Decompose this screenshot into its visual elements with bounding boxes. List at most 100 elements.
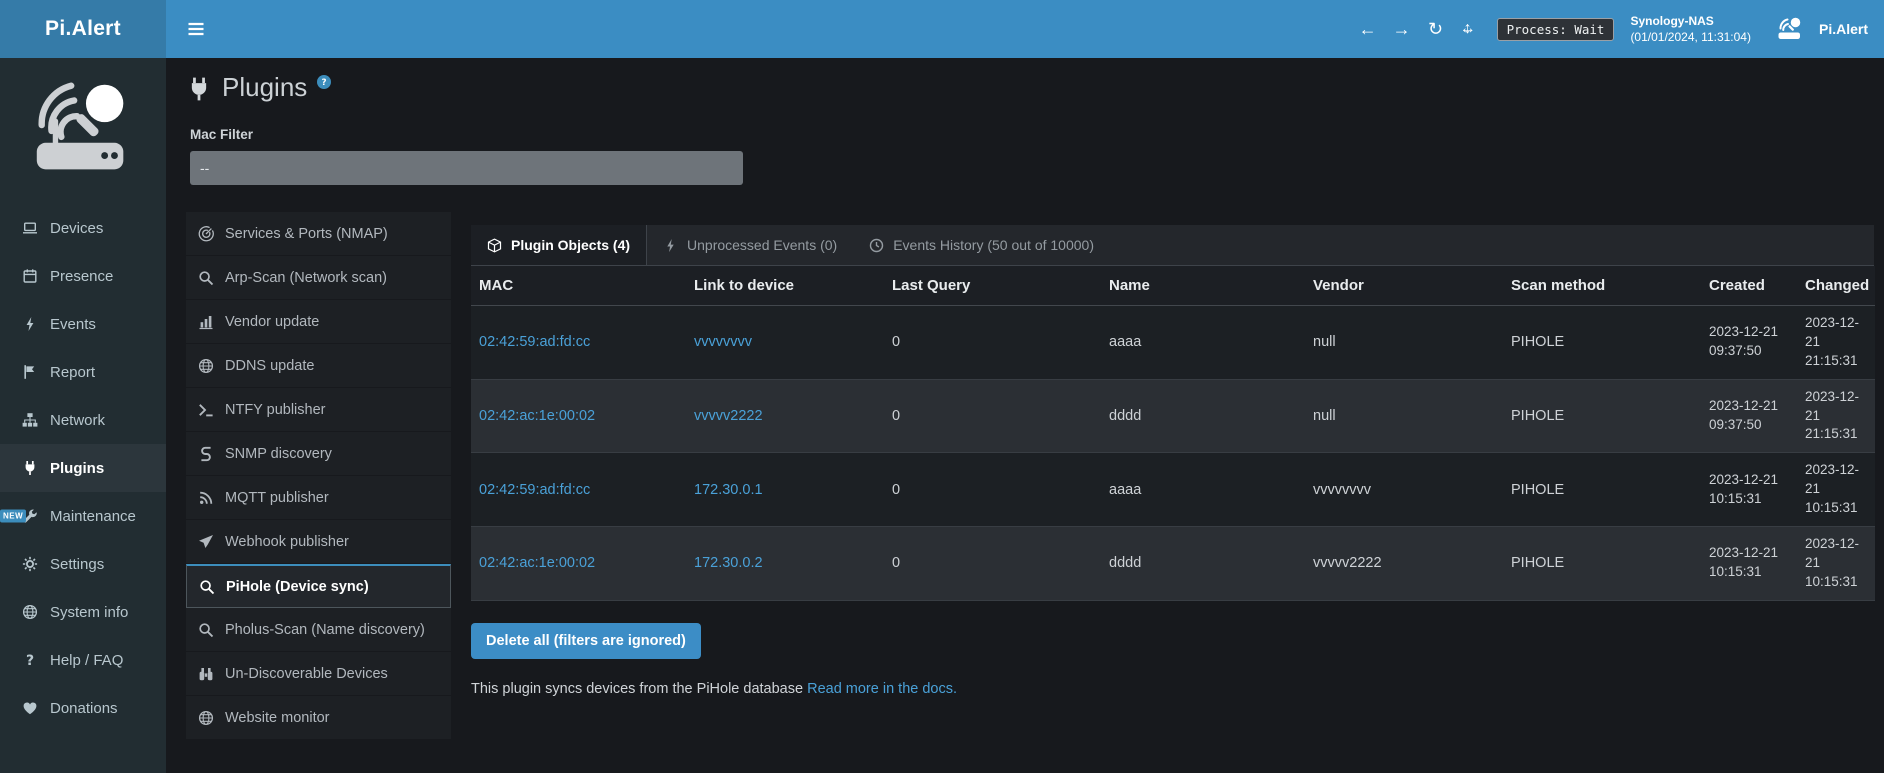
menu-toggle-button[interactable] bbox=[166, 0, 226, 58]
sidebar-item-maintenance[interactable]: MaintenanceNEW bbox=[0, 492, 166, 540]
cell-last-query: 0 bbox=[884, 527, 1101, 601]
mac-link[interactable]: 02:42:ac:1e:00:02 bbox=[479, 555, 595, 571]
docs-link[interactable]: Read more in the docs. bbox=[807, 681, 957, 697]
svg-text:?: ? bbox=[322, 78, 327, 87]
cell-vendor: vvvvvvvv bbox=[1305, 453, 1503, 527]
sidebar-item-network[interactable]: Network bbox=[0, 396, 166, 444]
cell-name: dddd bbox=[1101, 379, 1305, 453]
plugin-nav-item-ntfy-publisher[interactable]: NTFY publisher bbox=[186, 388, 451, 432]
chart-icon bbox=[198, 314, 214, 330]
link-to-device-link[interactable]: vvvvvvvv bbox=[694, 334, 752, 350]
column-header-mac: MAC bbox=[471, 266, 686, 306]
host-timestamp: (01/01/2024, 11:31:04) bbox=[1630, 29, 1751, 45]
sidebar-item-devices[interactable]: Devices bbox=[0, 204, 166, 252]
cube-icon bbox=[487, 238, 502, 253]
mac-link[interactable]: 02:42:ac:1e:00:02 bbox=[479, 408, 595, 424]
brand-text: Pi.Alert bbox=[45, 17, 121, 41]
search-icon bbox=[198, 270, 214, 286]
plugin-nav-item-vendor-update[interactable]: Vendor update bbox=[186, 300, 451, 344]
bolt-icon bbox=[663, 238, 678, 253]
cell-scan-method: PIHOLE bbox=[1503, 453, 1701, 527]
sidebar-item-label: Plugins bbox=[50, 460, 104, 477]
svg-text:?: ? bbox=[26, 653, 34, 668]
plug-icon bbox=[186, 76, 212, 102]
link-to-device-link[interactable]: 172.30.0.1 bbox=[694, 482, 763, 498]
link-to-device-link[interactable]: vvvvv2222 bbox=[694, 408, 763, 424]
sidebar-item-system-info[interactable]: System info bbox=[0, 588, 166, 636]
plugin-nav-item-webhook-publisher[interactable]: Webhook publisher bbox=[186, 520, 451, 564]
cell-name: aaaa bbox=[1101, 453, 1305, 527]
plugin-nav-item-pholus-scan-name-discovery[interactable]: Pholus-Scan (Name discovery) bbox=[186, 608, 451, 652]
column-header-created: Created bbox=[1701, 266, 1797, 306]
plugin-nav-item-pihole-device-sync[interactable]: PiHole (Device sync) bbox=[186, 564, 451, 608]
plugin-nav-item-website-monitor[interactable]: Website monitor bbox=[186, 696, 451, 740]
plug-icon bbox=[22, 460, 38, 476]
tab-label: Events History (50 out of 10000) bbox=[893, 237, 1094, 253]
sidebar-item-events[interactable]: Events bbox=[0, 300, 166, 348]
cell-link-to-device: vvvvvvvv bbox=[686, 306, 884, 380]
tab-unprocessed-events-0[interactable]: Unprocessed Events (0) bbox=[647, 225, 853, 265]
sidebar-item-presence[interactable]: Presence bbox=[0, 252, 166, 300]
process-status-badge: Process: Wait bbox=[1497, 18, 1615, 41]
plugin-nav-label: NTFY publisher bbox=[225, 402, 325, 418]
sidebar-item-help-faq[interactable]: ? Help / FAQ bbox=[0, 636, 166, 684]
plugin-nav-item-arp-scan-network-scan[interactable]: Arp-Scan (Network scan) bbox=[186, 256, 451, 300]
help-badge[interactable]: ? bbox=[317, 75, 331, 89]
sidebar-menu: Devices Presence EventsReportNetwork Plugin… bbox=[0, 204, 166, 732]
table-row: 02:42:ac:1e:00:02172.30.0.20ddddvvvvv222… bbox=[471, 527, 1875, 601]
route-icon bbox=[198, 446, 214, 462]
delete-all-button[interactable]: Delete all (filters are ignored) bbox=[471, 623, 701, 659]
plugin-nav-item-ddns-update[interactable]: DDNS update bbox=[186, 344, 451, 388]
cell-last-query: 0 bbox=[884, 453, 1101, 527]
sidebar-item-label: Help / FAQ bbox=[50, 652, 123, 669]
sidebar-item-report[interactable]: Report bbox=[0, 348, 166, 396]
forward-icon[interactable]: → bbox=[1387, 19, 1417, 40]
brand-logo[interactable]: Pi.Alert bbox=[0, 0, 166, 58]
sidebar-item-label: Presence bbox=[50, 268, 113, 285]
cell-created: 2023-12-2110:15:31 bbox=[1701, 527, 1797, 601]
cell-scan-method: PIHOLE bbox=[1503, 527, 1701, 601]
cell-name: aaaa bbox=[1101, 306, 1305, 380]
tab-events-history-50-out-of-10000[interactable]: Events History (50 out of 10000) bbox=[853, 225, 1110, 265]
plugin-nav-label: DDNS update bbox=[225, 358, 314, 374]
refresh-icon[interactable]: ↻ bbox=[1421, 19, 1451, 40]
router-logo-icon bbox=[0, 70, 166, 188]
mac-link[interactable]: 02:42:59:ad:fd:cc bbox=[479, 482, 590, 498]
sitemap-icon bbox=[22, 412, 38, 428]
plugin-nav-label: SNMP discovery bbox=[225, 446, 332, 462]
cell-scan-method: PIHOLE bbox=[1503, 379, 1701, 453]
column-header-name: Name bbox=[1101, 266, 1305, 306]
tab-label: Plugin Objects (4) bbox=[511, 237, 630, 253]
tab-label: Unprocessed Events (0) bbox=[687, 237, 837, 253]
plugin-nav-item-services-ports-nmap[interactable]: Services & Ports (NMAP) bbox=[186, 212, 451, 256]
tab-plugin-objects-4[interactable]: Plugin Objects (4) bbox=[471, 225, 647, 265]
plugin-nav-label: PiHole (Device sync) bbox=[226, 579, 369, 595]
plugin-nav-label: Website monitor bbox=[225, 710, 330, 726]
cell-link-to-device: 172.30.0.2 bbox=[686, 527, 884, 601]
plugin-nav-item-un-discoverable-devices[interactable]: Un-Discoverable Devices bbox=[186, 652, 451, 696]
host-info: Synology-NAS (01/01/2024, 11:31:04) bbox=[1630, 13, 1751, 45]
cell-created: 2023-12-2110:15:31 bbox=[1701, 453, 1797, 527]
plugin-nav-item-mqtt-publisher[interactable]: MQTT publisher bbox=[186, 476, 451, 520]
cell-created: 2023-12-2109:37:50 bbox=[1701, 306, 1797, 380]
plugin-nav: Services & Ports (NMAP) Arp-Scan (Network… bbox=[186, 212, 451, 740]
calendar-icon bbox=[22, 268, 38, 284]
sidebar-item-plugins[interactable]: Plugins bbox=[0, 444, 166, 492]
radar-icon bbox=[198, 226, 214, 242]
mac-link[interactable]: 02:42:59:ad:fd:cc bbox=[479, 334, 590, 350]
plugin-nav-item-snmp-discovery[interactable]: SNMP discovery bbox=[186, 432, 451, 476]
tab-bar: Plugin Objects (4) Unprocessed Events (0)… bbox=[471, 225, 1874, 266]
sidebar-item-label: Settings bbox=[50, 556, 104, 573]
new-badge: NEW bbox=[0, 510, 26, 523]
back-icon[interactable]: ← bbox=[1353, 19, 1383, 40]
cell-changed: 2023-12-2110:15:31 bbox=[1797, 453, 1875, 527]
sidebar-item-donations[interactable]: Donations bbox=[0, 684, 166, 732]
plugin-nav-label: Services & Ports (NMAP) bbox=[225, 226, 388, 242]
link-to-device-link[interactable]: 172.30.0.2 bbox=[694, 555, 763, 571]
mac-filter-input[interactable] bbox=[190, 151, 743, 185]
sidebar-item-label: Donations bbox=[50, 700, 118, 717]
host-name: Synology-NAS bbox=[1630, 13, 1751, 29]
sidebar-item-settings[interactable]: Settings bbox=[0, 540, 166, 588]
move-icon[interactable]: ↔↕ bbox=[1455, 18, 1481, 40]
sidebar-item-label: System info bbox=[50, 604, 128, 621]
